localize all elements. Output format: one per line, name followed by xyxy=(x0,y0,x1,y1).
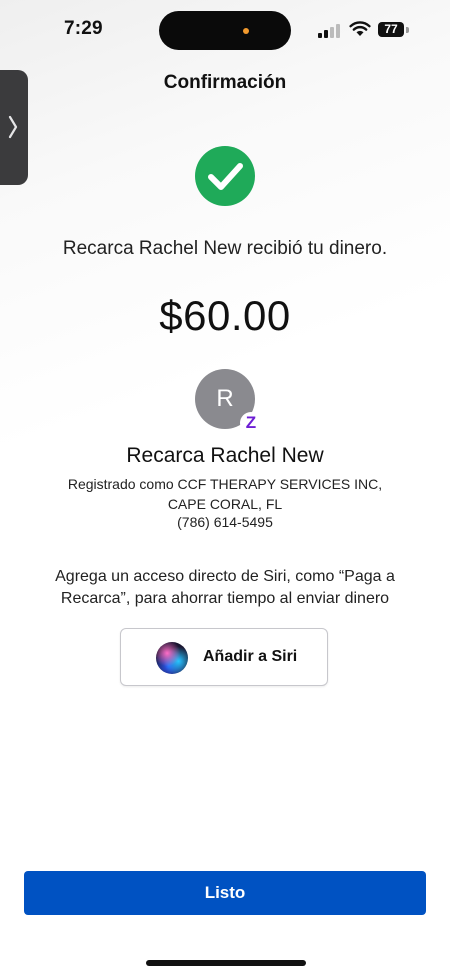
add-to-siri-label: Añadir a Siri xyxy=(203,648,298,665)
add-to-siri-button[interactable]: Añadir a Siri xyxy=(120,628,328,686)
chevron-right-icon xyxy=(8,115,18,139)
signal-icon xyxy=(318,24,344,38)
wifi-icon xyxy=(349,21,371,36)
page-title: Confirmación xyxy=(163,72,287,93)
siri-shortcut-prompt: Agrega un acceso directo de Siri, como “… xyxy=(55,568,395,607)
recipient-name: Recarca Rachel New xyxy=(126,444,324,467)
dynamic-island xyxy=(159,11,291,50)
check-circle-icon xyxy=(195,146,255,206)
battery-cap xyxy=(406,27,409,33)
recipient-phone: (786) 614-5495 xyxy=(177,514,273,530)
amount-sent: $60.00 xyxy=(159,292,291,339)
siri-icon xyxy=(156,642,188,674)
status-bar: 7:29 77 xyxy=(0,0,450,62)
battery-icon: 77 xyxy=(378,22,404,37)
home-indicator[interactable] xyxy=(146,960,306,966)
done-button[interactable]: Listo xyxy=(24,871,426,915)
recipient-registration: Registrado como CCF THERAPY SERVICES INC… xyxy=(67,476,383,512)
success-message: Recarca Rachel New recibió tu dinero. xyxy=(62,238,388,259)
privacy-indicator-icon xyxy=(243,28,249,34)
status-time: 7:29 xyxy=(64,18,103,39)
zelle-icon: Z xyxy=(240,412,262,434)
